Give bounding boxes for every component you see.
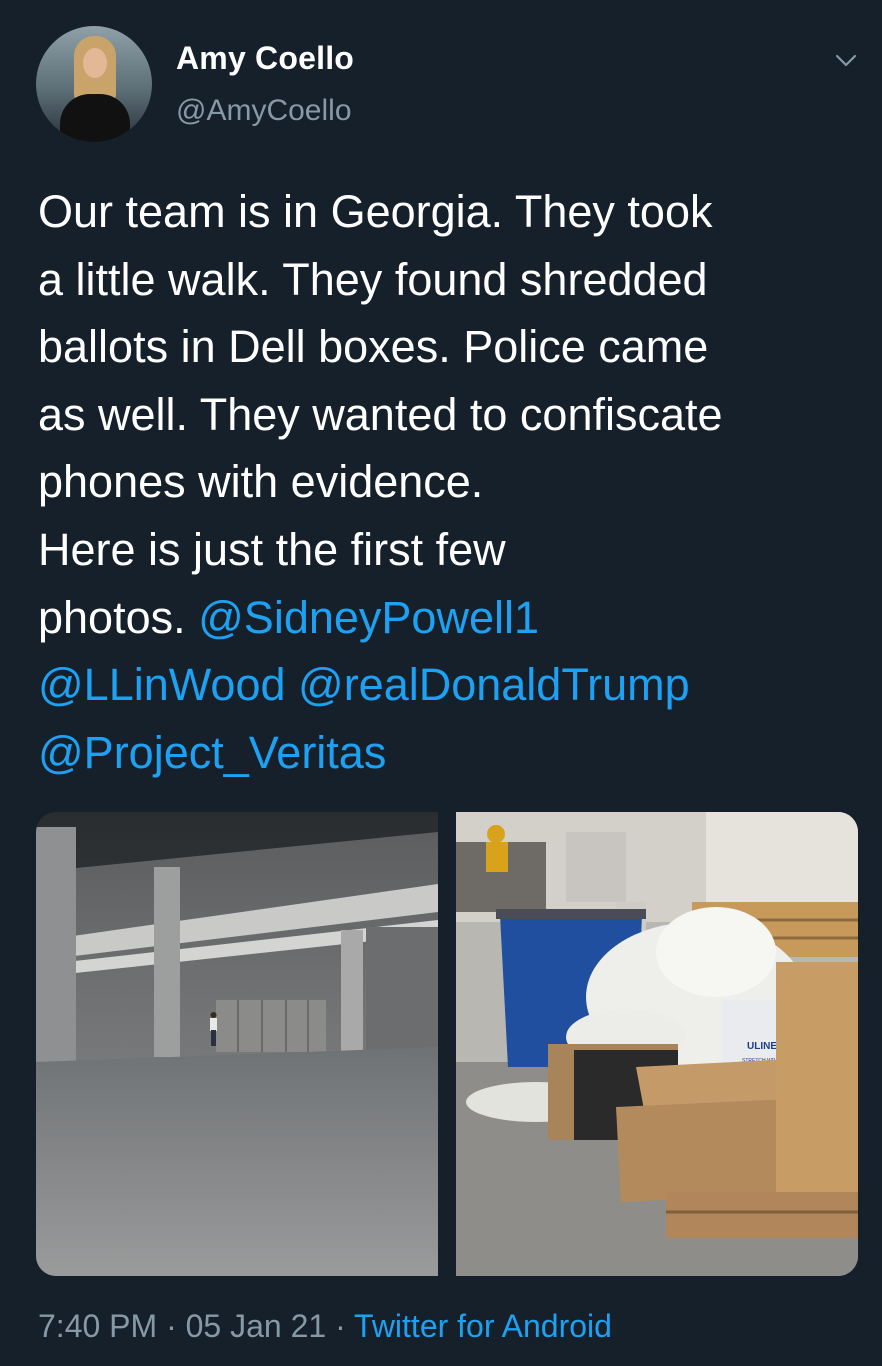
tweet-text-segment: Our team is in Georgia. They took [38,186,713,237]
tweet-text-line: @LLinWood @realDonaldTrump [38,651,868,719]
tweet-meta: 7:40 PM · 05 Jan 21 · Twitter for Androi… [38,1308,612,1345]
tweet-media: ULINE STRETCH WRAP [36,812,858,1276]
tweet-date: 05 Jan 21 [185,1308,327,1344]
mention-link[interactable]: @LLinWood [38,659,286,710]
tweet-text-line: Our team is in Georgia. They took [38,178,868,246]
tweet-text-segment: ballots in Dell boxes. Police came [38,321,709,373]
tweet-text-line: photos. @SidneyPowell1 [38,584,868,652]
tweet-text-segment: photos. [38,591,199,643]
author-name[interactable]: Amy Coello [176,40,354,77]
tweet-text-segment: phones with evidence. [38,456,484,508]
tweet-text-line: phones with evidence. [38,448,868,516]
tweet-text: Our team is in Georgia. They took a littl… [38,178,868,786]
avatar-face [83,48,107,78]
mention-link[interactable]: @SidneyPowell1 [198,592,539,643]
tweet-text-line: ballots in Dell boxes. Police came [38,313,868,381]
chevron-down-icon[interactable] [832,46,860,74]
photo-shredded-paper[interactable]: ULINE STRETCH WRAP [456,812,858,1276]
mention-link[interactable]: @Project_Veritas [38,727,386,778]
meta-separator: · [157,1308,186,1344]
tweet-text-segment: a little walk. They found shredded [38,253,708,305]
tweet-text-segment: as well. They wanted to confiscate [38,388,723,440]
uline-label: ULINE [747,1041,777,1052]
meta-separator: · [326,1308,355,1344]
avatar[interactable] [36,26,152,142]
tweet: Amy Coello @AmyCoello Our team is in Geo… [0,0,882,1366]
tweet-time: 7:40 PM [38,1308,158,1344]
tweet-text-segment [286,659,299,710]
author-handle[interactable]: @AmyCoello [176,94,352,128]
tweet-text-line: Here is just the first few [38,516,868,584]
tweet-text-line: as well. They wanted to confiscate [38,381,868,449]
tweet-text-line: @Project_Veritas [38,719,868,787]
mention-link[interactable]: @realDonaldTrump [298,659,690,710]
tweet-text-line: a little walk. They found shredded [38,246,868,314]
photo-warehouse-hall[interactable] [36,812,438,1276]
avatar-body [60,94,130,142]
tweet-source-link[interactable]: Twitter for Android [354,1308,612,1344]
tweet-text-segment: Here is just the first few [38,523,506,575]
